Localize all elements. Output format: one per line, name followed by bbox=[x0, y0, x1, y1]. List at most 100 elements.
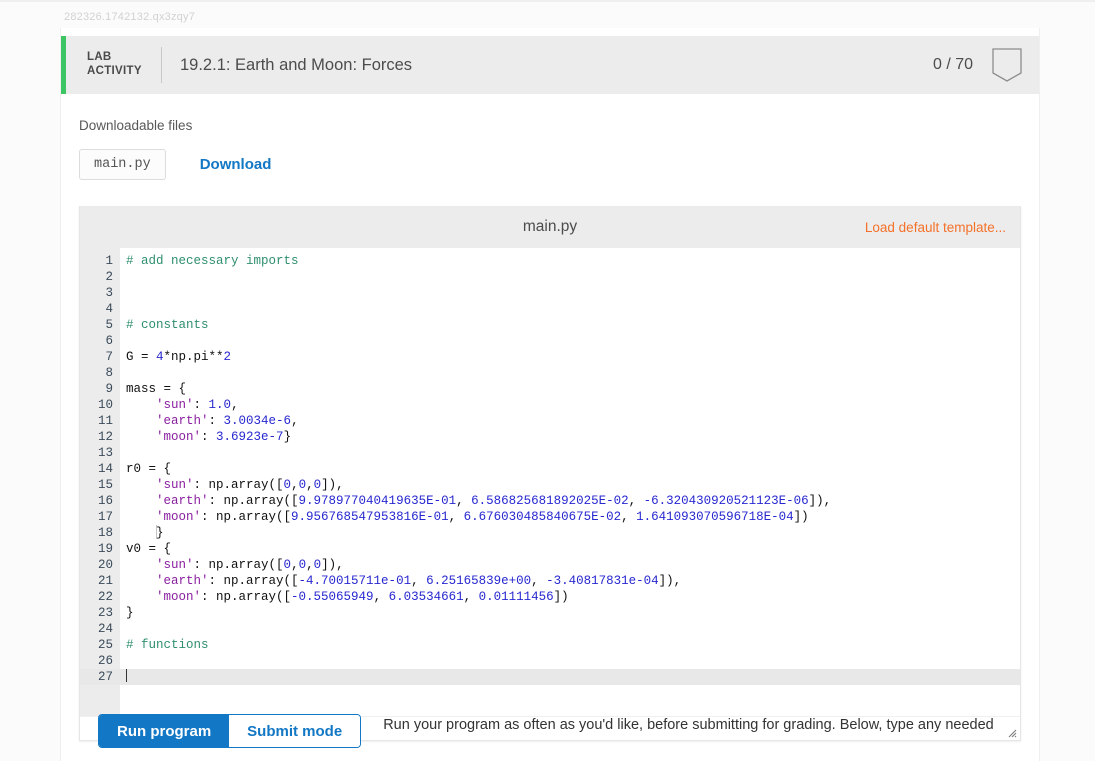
code-line: 18 } bbox=[80, 525, 1020, 541]
code-line-text: 'earth': np.array([9.978977040419635E-01… bbox=[156, 494, 832, 508]
editor-toolbar: main.py Load default template... bbox=[80, 206, 1020, 248]
code-line-text: } bbox=[156, 525, 164, 540]
code-line: 13 bbox=[80, 445, 1020, 461]
code-line-text: v0 = { bbox=[126, 542, 172, 556]
line-number: 16 bbox=[97, 494, 113, 508]
code-line: 25 # functions bbox=[80, 637, 1020, 653]
line-number: 10 bbox=[97, 398, 113, 412]
activity-header: LAB ACTIVITY 19.2.1: Earth and Moon: For… bbox=[61, 36, 1039, 94]
line-number: 17 bbox=[97, 510, 113, 524]
line-number: 21 bbox=[97, 574, 113, 588]
code-line-text: mass = { bbox=[126, 382, 187, 396]
code-line-text bbox=[120, 669, 127, 685]
indent-guide bbox=[156, 525, 158, 539]
code-line: 20 'sun': np.array([0,0,0]), bbox=[80, 557, 1020, 573]
code-line: 11 'earth': 3.0034e-6, bbox=[80, 413, 1020, 429]
code-line-text: # functions bbox=[126, 638, 209, 652]
code-line-text: # add necessary imports bbox=[126, 254, 299, 268]
code-line-text: 'earth': np.array([-4.70015711e-01, 6.25… bbox=[156, 574, 682, 588]
code-line: 27 bbox=[80, 669, 1020, 685]
code-text-area[interactable]: 1 # add necessary imports 2 3 4 5 # constants 6… bbox=[80, 248, 1020, 685]
code-line-text: 'sun': np.array([0,0,0]), bbox=[156, 478, 344, 492]
shield-icon bbox=[989, 47, 1025, 83]
activity-kicker-line2: ACTIVITY bbox=[87, 65, 142, 77]
resize-grip-icon[interactable] bbox=[1005, 725, 1017, 738]
code-line: 6 bbox=[80, 333, 1020, 349]
run-submit-button-group: Run program Submit mode bbox=[98, 714, 362, 748]
editor-body[interactable]: 1 # add necessary imports 2 3 4 5 # constants 6… bbox=[80, 248, 1020, 716]
activity-title: 19.2.1: Earth and Moon: Forces bbox=[180, 55, 413, 74]
header-right-group: 0 / 70 bbox=[933, 47, 1039, 83]
top-divider bbox=[0, 0, 1095, 2]
line-number: 14 bbox=[97, 462, 113, 476]
line-number: 4 bbox=[105, 302, 113, 316]
code-line: 22 'moon': np.array([-0.55065949, 6.0353… bbox=[80, 589, 1020, 605]
downloadable-files-row: main.py Download bbox=[79, 149, 1039, 180]
code-line: 17 'moon': np.array([9.956768547953816E-… bbox=[80, 509, 1020, 525]
code-line: 8 bbox=[80, 365, 1020, 381]
code-line: 9 mass = { bbox=[80, 381, 1020, 397]
code-line: 2 bbox=[80, 269, 1020, 285]
code-line: 4 bbox=[80, 301, 1020, 317]
code-line: 10 'sun': 1.0, bbox=[80, 397, 1020, 413]
line-number: 2 bbox=[105, 270, 113, 284]
load-default-template-link[interactable]: Load default template... bbox=[865, 220, 1006, 235]
line-number: 7 bbox=[105, 350, 113, 364]
code-line: 15 'sun': np.array([0,0,0]), bbox=[80, 477, 1020, 493]
line-number: 1 bbox=[105, 254, 113, 268]
line-number: 5 bbox=[105, 318, 113, 332]
code-line-text: 'earth': 3.0034e-6, bbox=[156, 414, 299, 428]
downloadable-files-label: Downloadable files bbox=[79, 118, 193, 133]
code-line-text: 'moon': np.array([9.956768547953816E-01,… bbox=[156, 510, 809, 524]
run-program-button[interactable]: Run program bbox=[99, 715, 230, 747]
file-chip-mainpy[interactable]: main.py bbox=[79, 149, 166, 180]
score-label: 0 / 70 bbox=[932, 56, 973, 73]
line-number: 9 bbox=[105, 382, 113, 396]
line-number: 6 bbox=[105, 334, 113, 348]
code-line-text: r0 = { bbox=[126, 462, 172, 476]
code-line: 5 # constants bbox=[80, 317, 1020, 333]
code-line: 24 bbox=[80, 621, 1020, 637]
line-number: 18 bbox=[97, 526, 113, 540]
code-line-text: } bbox=[126, 606, 134, 620]
header-divider bbox=[161, 47, 162, 83]
code-line-text: 'sun': 1.0, bbox=[156, 398, 239, 412]
line-number: 13 bbox=[97, 446, 113, 460]
actions-help-text: Run your program as often as you'd like,… bbox=[383, 717, 994, 733]
line-number: 3 bbox=[105, 286, 113, 300]
line-number: 15 bbox=[97, 478, 113, 492]
header-accent-bar bbox=[61, 36, 66, 94]
line-number: 19 bbox=[97, 542, 113, 556]
editor-actions-row: Run program Submit mode Run your program… bbox=[98, 714, 1002, 748]
line-number: 20 bbox=[97, 558, 113, 572]
line-number: 12 bbox=[97, 430, 113, 444]
activity-card: LAB ACTIVITY 19.2.1: Earth and Moon: For… bbox=[60, 28, 1040, 761]
code-line: 19 v0 = { bbox=[80, 541, 1020, 557]
page-root: 282326.1742132.qx3zqy7 LAB ACTIVITY 19.2… bbox=[0, 0, 1095, 761]
line-number: 25 bbox=[97, 638, 113, 652]
download-link[interactable]: Download bbox=[200, 156, 272, 173]
code-line-text: G = 4*np.pi**2 bbox=[126, 350, 232, 364]
downloadable-files-section: Downloadable files main.py Download bbox=[61, 94, 1039, 180]
line-number: 8 bbox=[105, 366, 113, 380]
code-line-text: 'moon': np.array([-0.55065949, 6.0353466… bbox=[156, 590, 569, 604]
line-number: 23 bbox=[97, 606, 113, 620]
submit-mode-button[interactable]: Submit mode bbox=[229, 715, 361, 747]
activity-kicker: LAB ACTIVITY bbox=[87, 51, 153, 78]
code-line: 26 bbox=[80, 653, 1020, 669]
code-line-text: # constants bbox=[126, 318, 209, 332]
code-line-text: 'moon': 3.6923e-7} bbox=[156, 430, 292, 444]
line-number: 11 bbox=[97, 414, 113, 428]
session-id-label: 282326.1742132.qx3zqy7 bbox=[64, 11, 196, 23]
code-line: 21 'earth': np.array([-4.70015711e-01, 6… bbox=[80, 573, 1020, 589]
code-line: 1 # add necessary imports bbox=[80, 253, 1020, 269]
text-cursor bbox=[126, 669, 127, 682]
code-line: 3 bbox=[80, 285, 1020, 301]
